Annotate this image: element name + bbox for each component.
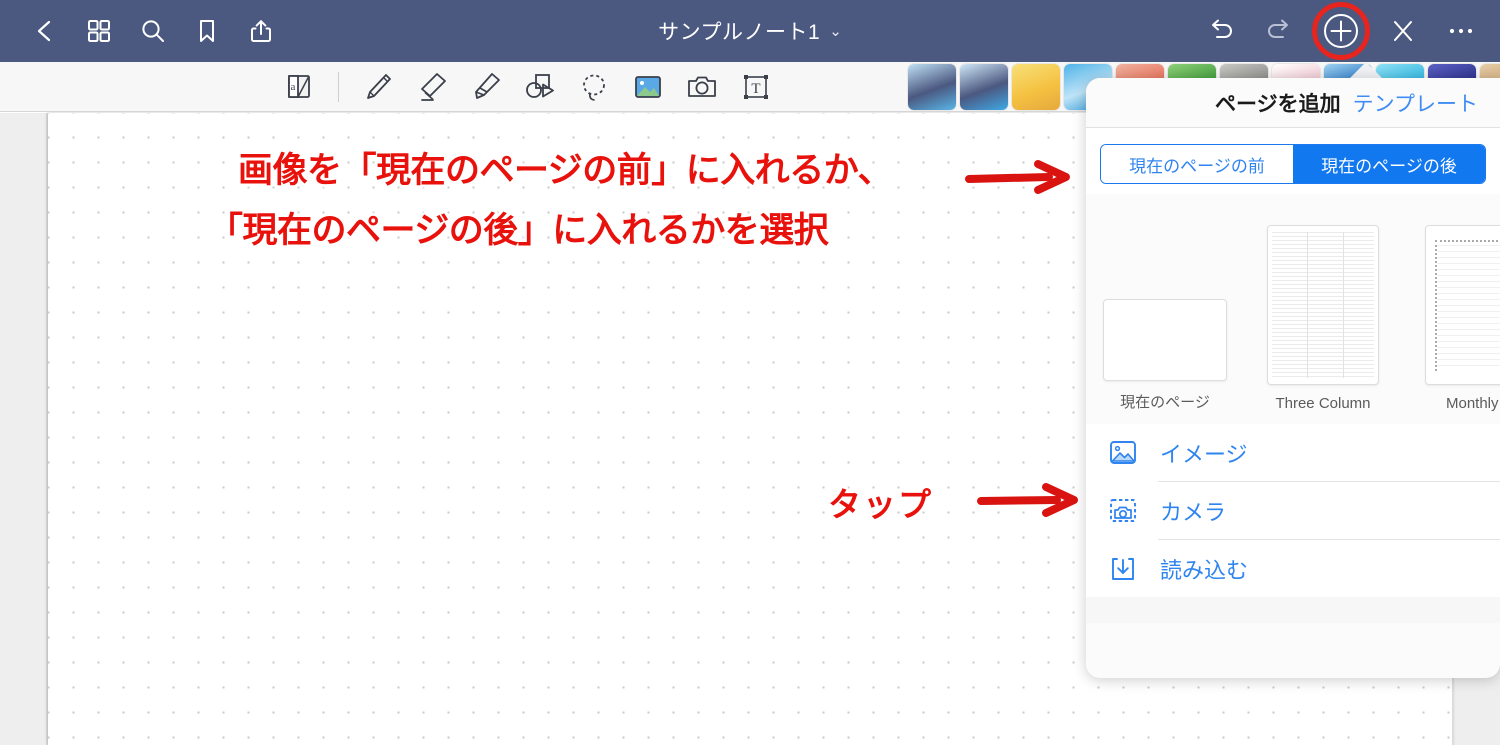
share-icon (251, 20, 271, 42)
template-monthly-planner[interactable]: Monthly Pl (1402, 205, 1500, 412)
app-root: 画像を「現在のページの前」に入れるか、 「現在のページの後」に入れるかを選択 タ… (0, 0, 1500, 745)
bookmark-button[interactable] (180, 4, 234, 58)
segment-before-current-page[interactable]: 現在のページの前 (1101, 145, 1293, 183)
eraser-icon (421, 73, 446, 101)
topbar-left-group (0, 4, 288, 58)
menu-item-image[interactable]: イメージ (1086, 424, 1500, 481)
notebook-title[interactable]: サンプルノート1 (658, 16, 820, 46)
undo-button[interactable] (1192, 4, 1250, 58)
thumb-screenshot-1[interactable] (908, 64, 956, 110)
search-button[interactable] (126, 4, 180, 58)
panel-title: ページを追加 (1215, 92, 1341, 116)
camera-tool[interactable] (679, 64, 725, 110)
lasso-tool[interactable] (571, 64, 617, 110)
three-column-thumb (1267, 225, 1379, 385)
template-current-page-label: 現在のページ (1120, 394, 1210, 411)
add-page-panel: ページを追加 テンプレート 現在のページの前 現在のページの後 現在のページ T… (1086, 78, 1500, 678)
annotation-line-2: 「現在のページの後」に入れるかを選択 (208, 211, 829, 250)
page-flip-icon: a (288, 75, 310, 98)
template-monthly-planner-preview (1402, 205, 1500, 385)
undo-icon (1212, 19, 1232, 38)
add-page-button[interactable] (1308, 0, 1374, 62)
chevron-down-icon[interactable]: ⌄ (829, 22, 842, 40)
blank-landscape-thumb (1103, 299, 1227, 381)
menu-item-camera[interactable]: カメラ (1086, 482, 1500, 539)
page-flip-tool[interactable]: a (276, 64, 322, 110)
menu-item-import[interactable]: 読み込む (1086, 540, 1500, 597)
picture-icon (635, 76, 661, 98)
import-icon (1112, 557, 1134, 580)
template-link[interactable]: テンプレート (1353, 88, 1478, 118)
camera-icon (688, 76, 716, 97)
more-dots-icon (1449, 28, 1473, 34)
close-button[interactable] (1374, 4, 1432, 58)
text-box-icon: T (744, 75, 768, 99)
menu-item-image-label: イメージ (1160, 441, 1248, 467)
template-current-page[interactable]: 現在のページ (1086, 201, 1244, 412)
page-thumbnails-button[interactable] (72, 4, 126, 58)
grid-icon (88, 20, 110, 42)
thumb-screenshot-1-preview (908, 64, 956, 110)
pen-tool[interactable] (355, 64, 401, 110)
text-tool[interactable]: T (733, 64, 779, 110)
thumb-screenshot-2-preview (960, 64, 1008, 110)
thumb-sunset[interactable] (1012, 64, 1060, 110)
more-button[interactable] (1432, 4, 1490, 58)
image-tool[interactable] (625, 64, 671, 110)
annotation-arrow-bottom (973, 478, 1086, 522)
image-icon (1110, 440, 1136, 464)
bookmark-icon (200, 20, 214, 42)
top-navigation-bar: サンプルノート1 ⌄ (0, 0, 1500, 62)
menu-item-import-label: 読み込む (1160, 557, 1249, 583)
insert-source-menu: イメージ カメラ 読み込む (1086, 424, 1500, 597)
panel-footer (1086, 597, 1500, 623)
plus-circle-icon (1324, 14, 1358, 48)
template-three-column-preview (1244, 205, 1402, 385)
annotation-tap-label: タップ (828, 486, 933, 523)
highlighter-icon (475, 73, 500, 99)
tool-buttons-group: a T (276, 64, 779, 110)
annotation-line-1: 画像を「現在のページの前」に入れるか、 (238, 151, 893, 190)
panel-header: ページを追加 テンプレート (1086, 78, 1500, 128)
thumb-sunset-preview (1012, 64, 1060, 110)
template-three-column-label: Three Column (1275, 395, 1371, 412)
thumb-screenshot-2[interactable] (960, 64, 1008, 110)
insert-position-segmented-control[interactable]: 現在のページの前 現在のページの後 (1100, 144, 1486, 184)
share-button[interactable] (234, 4, 288, 58)
monthly-planner-thumb (1425, 225, 1500, 385)
lasso-icon (583, 74, 605, 101)
segment-after-current-page[interactable]: 現在のページの後 (1293, 145, 1485, 183)
annotation-arrow-top (961, 155, 1078, 199)
svg-text:a: a (291, 81, 296, 93)
pen-icon (367, 74, 391, 99)
template-list[interactable]: 現在のページ Three Column Monthly (1086, 194, 1500, 424)
redo-button[interactable] (1250, 4, 1308, 58)
highlighter-tool[interactable] (463, 64, 509, 110)
redo-icon (1268, 19, 1288, 38)
shape-tool[interactable] (517, 64, 563, 110)
close-icon (1394, 21, 1412, 41)
menu-item-camera-label: カメラ (1160, 499, 1227, 525)
camera-icon (1110, 498, 1136, 522)
eraser-tool[interactable] (409, 64, 455, 110)
template-three-column[interactable]: Three Column (1244, 205, 1402, 412)
insert-position-row: 現在のページの前 現在のページの後 (1086, 128, 1500, 194)
search-icon (142, 20, 164, 42)
shape-icon (526, 74, 554, 98)
back-button[interactable] (18, 4, 72, 58)
toolbar-divider (338, 72, 339, 102)
topbar-right-group (1192, 0, 1490, 62)
svg-text:T: T (751, 81, 760, 97)
template-current-page-preview (1086, 201, 1244, 381)
template-monthly-planner-label: Monthly Pl (1445, 395, 1500, 412)
back-chevron-icon (37, 20, 51, 42)
